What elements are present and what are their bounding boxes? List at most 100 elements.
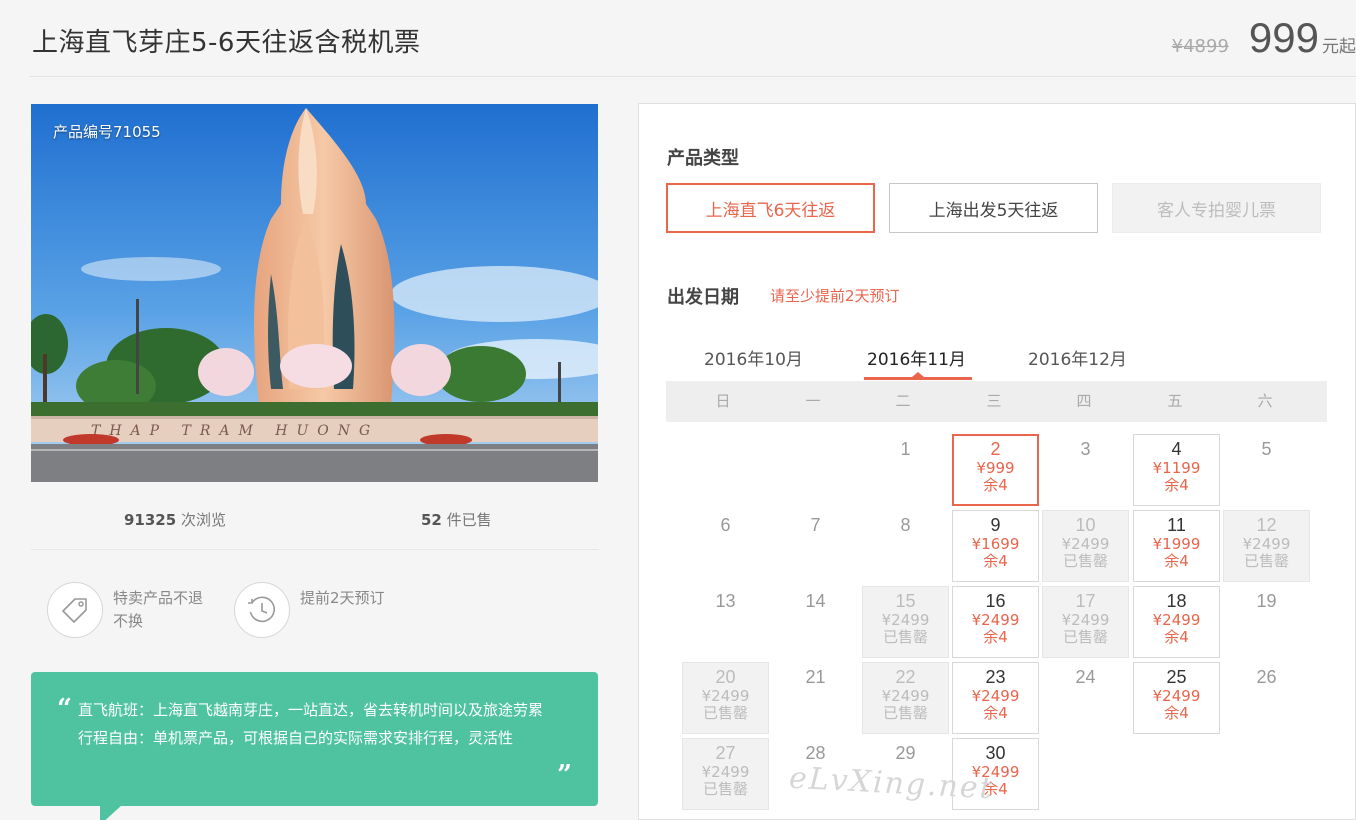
day-number: 30 bbox=[985, 743, 1006, 763]
booking-panel: 产品类型 上海直飞6天往返 上海出发5天往返 客人专拍婴儿票 出发日期 请至少提… bbox=[638, 103, 1356, 820]
views-label: 次浏览 bbox=[180, 511, 226, 529]
weekday-sun: 日 bbox=[715, 392, 731, 410]
weekday-wed: 三 bbox=[986, 392, 1002, 410]
calendar-day-12: 12 ¥2499 已售罄 bbox=[1223, 510, 1310, 582]
product-photo: THAP TRAM HUONG 产品编号71055 bbox=[31, 104, 598, 482]
sold-stat: 52 件已售 bbox=[421, 509, 492, 530]
calendar-day-1: 1 bbox=[862, 434, 949, 506]
calendar-day-6: 6 bbox=[682, 510, 769, 582]
type-option-infant: 客人专拍婴儿票 bbox=[1112, 183, 1321, 233]
day-stock: 余4 bbox=[1164, 552, 1189, 570]
day-number: 1 bbox=[900, 439, 911, 459]
calendar-day-4[interactable]: 4 ¥1199 余4 bbox=[1133, 434, 1220, 506]
description-line: 直飞航班：上海直飞越南芽庄，一站直达，省去转机时间以及旅途劳累 bbox=[78, 701, 544, 719]
day-number: 9 bbox=[990, 515, 1001, 535]
type-option-5day[interactable]: 上海出发5天往返 bbox=[889, 183, 1098, 233]
calendar-day-14: 14 bbox=[772, 586, 859, 658]
day-stock: 已售罄 bbox=[882, 704, 928, 722]
price-unit: 元起 bbox=[1322, 37, 1356, 57]
feature-text: 特卖产品不退不换 bbox=[113, 589, 204, 630]
tower-photo-illustration: THAP TRAM HUONG bbox=[31, 104, 598, 482]
views-stat: 91325 次浏览 bbox=[124, 509, 226, 530]
calendar-day-3: 3 bbox=[1042, 434, 1129, 506]
day-number: 6 bbox=[720, 515, 731, 535]
tag-icon bbox=[47, 582, 103, 638]
day-number: 23 bbox=[985, 667, 1006, 687]
current-price: 999 bbox=[1248, 14, 1319, 61]
calendar-day-15: 15 ¥2499 已售罄 bbox=[862, 586, 949, 658]
day-number: 8 bbox=[900, 515, 911, 535]
tab-month-dec[interactable]: 2016年12月 bbox=[1028, 345, 1127, 370]
day-number: 19 bbox=[1256, 591, 1277, 611]
day-price: ¥2499 bbox=[1152, 611, 1201, 629]
day-number: 13 bbox=[715, 591, 736, 611]
calendar-day-23[interactable]: 23 ¥2499 余4 bbox=[952, 662, 1039, 734]
day-price: ¥1699 bbox=[971, 535, 1020, 553]
calendar-day-26: 26 bbox=[1223, 662, 1310, 734]
day-price: ¥2499 bbox=[971, 687, 1020, 705]
day-stock: 已售罄 bbox=[1243, 552, 1289, 570]
day-stock: 已售罄 bbox=[702, 704, 748, 722]
weekday-sat: 六 bbox=[1257, 392, 1273, 410]
weekday-header: 日 一 二 三 四 五 六 bbox=[666, 381, 1327, 422]
day-stock: 余4 bbox=[983, 704, 1008, 722]
day-number: 10 bbox=[1075, 515, 1096, 535]
sold-label: 件已售 bbox=[446, 511, 492, 529]
feature-no-refund: 特卖产品不退不换 bbox=[47, 582, 203, 638]
calendar-day-18[interactable]: 18 ¥2499 余4 bbox=[1133, 586, 1220, 658]
calendar-day-22: 22 ¥2499 已售罄 bbox=[862, 662, 949, 734]
calendar-day-2[interactable]: 2 ¥999 余4 bbox=[952, 434, 1039, 506]
day-stock: 余4 bbox=[1164, 476, 1189, 494]
price-block: ¥4899 999 元起 bbox=[1172, 14, 1356, 62]
day-price: ¥1999 bbox=[1152, 535, 1201, 553]
tab-month-nov[interactable]: 2016年11月 bbox=[867, 345, 966, 370]
feature-text: 提前2天预订 bbox=[300, 589, 385, 607]
description-box-tail bbox=[100, 805, 122, 820]
day-price: ¥1199 bbox=[1152, 459, 1201, 477]
day-number: 20 bbox=[715, 667, 736, 687]
day-stock: 余4 bbox=[983, 628, 1008, 646]
day-stock: 余4 bbox=[983, 552, 1008, 570]
weekday-mon: 一 bbox=[805, 392, 821, 410]
day-number: 15 bbox=[895, 591, 916, 611]
tab-month-oct[interactable]: 2016年10月 bbox=[704, 345, 803, 370]
day-price: ¥999 bbox=[976, 459, 1015, 477]
day-stock: 已售罄 bbox=[702, 780, 748, 798]
day-price: ¥2499 bbox=[971, 611, 1020, 629]
day-number: 29 bbox=[895, 743, 916, 763]
calendar-day-25[interactable]: 25 ¥2499 余4 bbox=[1133, 662, 1220, 734]
header-divider bbox=[30, 76, 1356, 77]
calendar-day-24: 24 bbox=[1042, 662, 1129, 734]
calendar-day-8: 8 bbox=[862, 510, 949, 582]
day-stock: 已售罄 bbox=[1062, 552, 1108, 570]
day-price: ¥2499 bbox=[1061, 611, 1110, 629]
day-number: 21 bbox=[805, 667, 826, 687]
day-number: 25 bbox=[1166, 667, 1187, 687]
day-number: 12 bbox=[1256, 515, 1277, 535]
day-price: ¥2499 bbox=[1061, 535, 1110, 553]
description-box: “ 直飞航班：上海直飞越南芽庄，一站直达，省去转机时间以及旅途劳累 行程自由：单… bbox=[31, 672, 598, 806]
calendar-day-16[interactable]: 16 ¥2499 余4 bbox=[952, 586, 1039, 658]
calendar-day-13: 13 bbox=[682, 586, 769, 658]
day-stock: 余4 bbox=[983, 476, 1008, 494]
day-stock: 已售罄 bbox=[882, 628, 928, 646]
weekday-tue: 二 bbox=[895, 392, 911, 410]
calendar-day-11[interactable]: 11 ¥1999 余4 bbox=[1133, 510, 1220, 582]
day-stock: 余4 bbox=[1164, 704, 1189, 722]
close-quote-icon: ” bbox=[557, 760, 572, 790]
type-option-direct-6day[interactable]: 上海直飞6天往返 bbox=[666, 183, 875, 233]
day-number: 16 bbox=[985, 591, 1006, 611]
calendar-day-20: 20 ¥2499 已售罄 bbox=[682, 662, 769, 734]
day-number: 28 bbox=[805, 743, 826, 763]
views-count: 91325 bbox=[124, 511, 177, 529]
calendar-day-5: 5 bbox=[1223, 434, 1310, 506]
day-number: 4 bbox=[1171, 439, 1182, 459]
active-month-underline bbox=[864, 377, 972, 380]
advance-notice: 请至少提前2天预订 bbox=[770, 287, 900, 305]
day-number: 7 bbox=[810, 515, 821, 535]
calendar-day-9[interactable]: 9 ¥1699 余4 bbox=[952, 510, 1039, 582]
day-price: ¥2499 bbox=[701, 687, 750, 705]
calendar-day-10: 10 ¥2499 已售罄 bbox=[1042, 510, 1129, 582]
day-number: 26 bbox=[1256, 667, 1277, 687]
day-number: 27 bbox=[715, 743, 736, 763]
